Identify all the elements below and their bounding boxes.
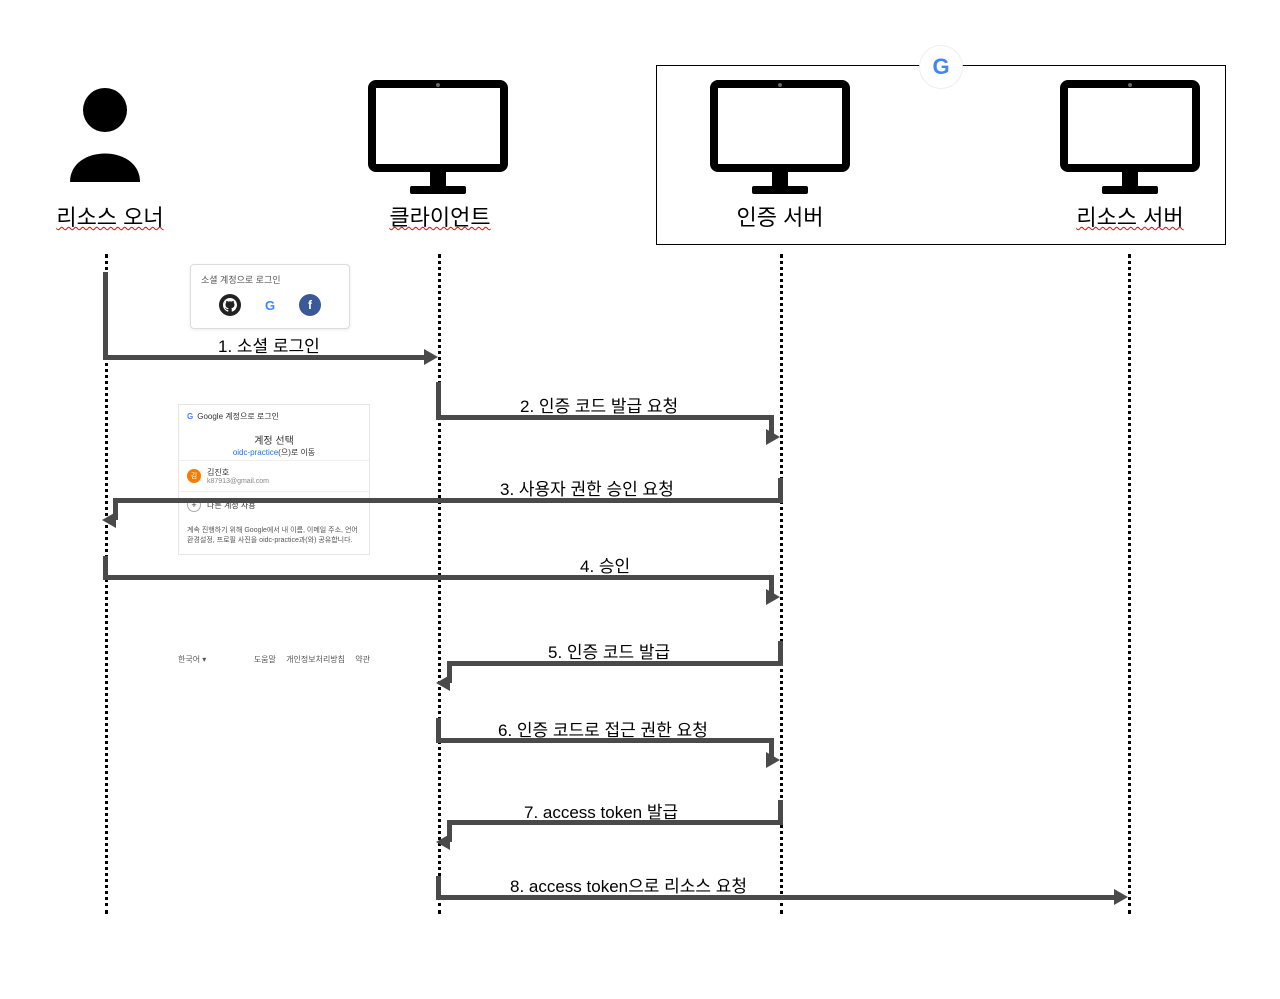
actor-auth-label: 인증 서버 — [720, 200, 840, 232]
gsel-other-row[interactable]: + 다른 계정 사용 — [179, 491, 369, 518]
arrow-6-seg — [436, 718, 441, 740]
gsel-privacy[interactable]: 개인정보처리방침 — [286, 655, 345, 664]
actor-client-label: 클라이언트 — [370, 200, 510, 232]
monitor-icon — [368, 80, 508, 194]
arrow-8-head — [1114, 889, 1128, 905]
lifeline-client — [438, 254, 441, 914]
gsel-user-email: k87913@gmail.com — [207, 478, 269, 485]
step-7-label: 7. access token 발급 — [524, 798, 678, 823]
gsel-subtitle: oidc-practice(으)로 이동 — [179, 447, 369, 458]
social-login-card: 소셜 계정으로 로그인 G f — [190, 264, 350, 329]
google-g-icon: G — [187, 412, 193, 421]
actor-resource-label: 리소스 서버 — [1050, 200, 1210, 232]
arrow-3-head — [102, 512, 116, 528]
google-logo-badge: G — [919, 45, 963, 89]
facebook-icon[interactable]: f — [299, 294, 321, 316]
gsel-terms[interactable]: 약관 — [355, 655, 370, 664]
gsel-user-name: 김진호 — [207, 467, 269, 478]
gsel-lang[interactable]: 한국어 ▾ — [178, 654, 206, 665]
arrow-5-head — [436, 675, 450, 691]
monitor-icon — [1060, 80, 1200, 194]
arrow-4 — [103, 575, 769, 580]
gsel-note: 계속 진행하기 위해 Google에서 내 이름, 이메일 주소, 언어 환경설… — [179, 518, 369, 554]
social-card-title: 소셜 계정으로 로그인 — [201, 273, 339, 286]
arrow-6-head — [766, 752, 780, 768]
step-6-label: 6. 인증 코드로 접근 권한 요청 — [498, 716, 708, 741]
step-1-label: 1. 소셜 로그인 — [218, 332, 320, 357]
arrow-2-head — [766, 429, 780, 445]
gsel-footer: 한국어 ▾ 도움말 개인정보처리방침 약관 — [178, 654, 370, 665]
actor-owner-label: 리소스 오너 — [40, 200, 180, 232]
step-2-label: 2. 인증 코드 발급 요청 — [520, 392, 678, 417]
github-icon[interactable] — [219, 294, 241, 316]
arrow-3-seg — [778, 478, 783, 500]
arrow-3 — [118, 498, 783, 503]
gsel-help[interactable]: 도움말 — [254, 655, 276, 664]
gsel-title: 계정 선택 — [179, 432, 369, 447]
monitor-icon — [710, 80, 850, 194]
arrow-4-head — [766, 589, 780, 605]
google-icon[interactable]: G — [259, 294, 281, 316]
gsel-header: Google 계정으로 로그인 — [197, 411, 279, 422]
step-8-label: 8. access token으로 리소스 요청 — [510, 872, 747, 897]
step-5-label: 5. 인증 코드 발급 — [548, 638, 670, 663]
step-3-label: 3. 사용자 권한 승인 요청 — [500, 475, 674, 500]
arrow-7-head — [436, 834, 450, 850]
arrow-5-seg — [778, 641, 783, 663]
step-4-label: 4. 승인 — [580, 552, 630, 577]
arrow-1-head — [424, 349, 438, 365]
google-account-select-card: G Google 계정으로 로그인 계정 선택 oidc-practice(으)… — [178, 404, 370, 555]
gsel-account-row[interactable]: 김 김진호 k87913@gmail.com — [179, 460, 369, 491]
arrow-7-seg — [778, 800, 783, 822]
lifeline-resource — [1128, 254, 1131, 914]
arrow-1-seg — [103, 272, 108, 358]
person-icon — [60, 82, 150, 187]
avatar-icon: 김 — [187, 469, 201, 483]
